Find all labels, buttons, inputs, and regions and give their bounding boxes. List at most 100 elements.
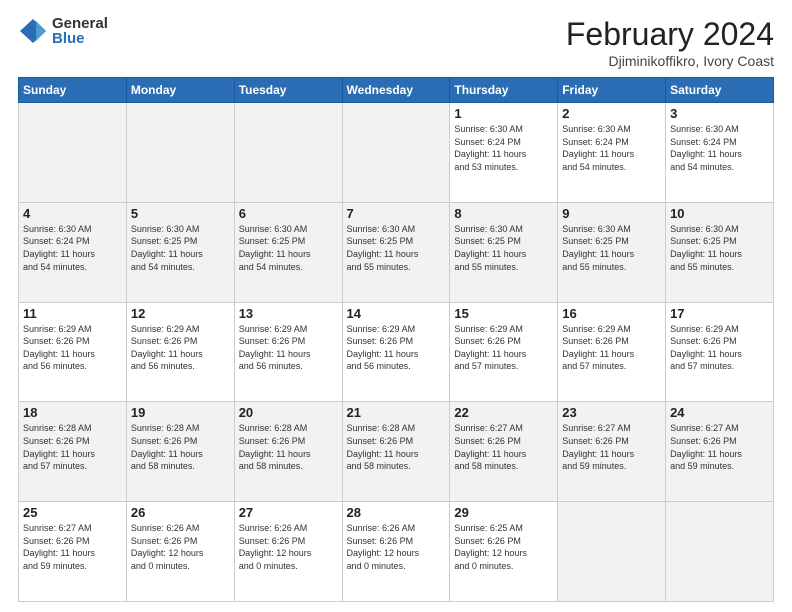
day-cell: 1Sunrise: 6:30 AM Sunset: 6:24 PM Daylig… bbox=[450, 103, 558, 203]
day-number: 8 bbox=[454, 206, 553, 221]
week-row-1: 1Sunrise: 6:30 AM Sunset: 6:24 PM Daylig… bbox=[19, 103, 774, 203]
day-info: Sunrise: 6:29 AM Sunset: 6:26 PM Dayligh… bbox=[347, 323, 446, 373]
day-number: 13 bbox=[239, 306, 338, 321]
day-info: Sunrise: 6:30 AM Sunset: 6:25 PM Dayligh… bbox=[562, 223, 661, 273]
day-number: 15 bbox=[454, 306, 553, 321]
day-number: 6 bbox=[239, 206, 338, 221]
day-info: Sunrise: 6:30 AM Sunset: 6:25 PM Dayligh… bbox=[347, 223, 446, 273]
day-cell: 26 Sunrise: 6:26 AM Sunset: 6:26 PM Dayli… bbox=[126, 502, 234, 602]
day-header-saturday: Saturday bbox=[666, 78, 774, 103]
day-number: 3 bbox=[670, 106, 769, 121]
day-cell bbox=[666, 502, 774, 602]
logo-general: General bbox=[52, 16, 108, 31]
day-cell: 16Sunrise: 6:29 AM Sunset: 6:26 PM Dayli… bbox=[558, 302, 666, 402]
day-cell bbox=[19, 103, 127, 203]
logo-icon bbox=[18, 17, 48, 45]
day-cell bbox=[558, 502, 666, 602]
day-info: Sunrise: 6:29 AM Sunset: 6:26 PM Dayligh… bbox=[131, 323, 230, 373]
logo-blue: Blue bbox=[52, 31, 108, 46]
day-cell: 18 Sunrise: 6:28 AM Sunset: 6:26 PM Dayli… bbox=[19, 402, 127, 502]
day-cell: 10 Sunrise: 6:30 AM Sunset: 6:25 PM Dayli… bbox=[666, 202, 774, 302]
day-info: Sunrise: 6:27 AM Sunset: 6:26 PM Dayligh… bbox=[670, 422, 769, 472]
day-number: 5 bbox=[131, 206, 230, 221]
day-info: Sunrise: 6:30 AM Sunset: 6:25 PM Dayligh… bbox=[670, 223, 769, 273]
day-info: Sunrise: 6:30 AM Sunset: 6:24 PM Dayligh… bbox=[454, 123, 553, 173]
day-info: Sunrise: 6:30 AM Sunset: 6:24 PM Dayligh… bbox=[670, 123, 769, 173]
day-number: 4 bbox=[23, 206, 122, 221]
day-cell: 3 Sunrise: 6:30 AM Sunset: 6:24 PM Daylig… bbox=[666, 103, 774, 203]
day-header-wednesday: Wednesday bbox=[342, 78, 450, 103]
day-info: Sunrise: 6:28 AM Sunset: 6:26 PM Dayligh… bbox=[239, 422, 338, 472]
day-cell: 28 Sunrise: 6:26 AM Sunset: 6:26 PM Dayli… bbox=[342, 502, 450, 602]
day-info: Sunrise: 6:29 AM Sunset: 6:26 PM Dayligh… bbox=[670, 323, 769, 373]
day-info: Sunrise: 6:30 AM Sunset: 6:25 PM Dayligh… bbox=[454, 223, 553, 273]
day-cell: 23 Sunrise: 6:27 AM Sunset: 6:26 PM Dayli… bbox=[558, 402, 666, 502]
day-cell: 27Sunrise: 6:26 AM Sunset: 6:26 PM Dayli… bbox=[234, 502, 342, 602]
day-header-thursday: Thursday bbox=[450, 78, 558, 103]
day-cell: 29 Sunrise: 6:25 AM Sunset: 6:26 PM Dayli… bbox=[450, 502, 558, 602]
day-info: Sunrise: 6:28 AM Sunset: 6:26 PM Dayligh… bbox=[23, 422, 122, 472]
day-info: Sunrise: 6:26 AM Sunset: 6:26 PM Dayligh… bbox=[347, 522, 446, 572]
day-cell: 20 Sunrise: 6:28 AM Sunset: 6:26 PM Dayli… bbox=[234, 402, 342, 502]
day-cell: 22 Sunrise: 6:27 AM Sunset: 6:26 PM Dayli… bbox=[450, 402, 558, 502]
day-cell: 5 Sunrise: 6:30 AM Sunset: 6:25 PM Daylig… bbox=[126, 202, 234, 302]
day-number: 11 bbox=[23, 306, 122, 321]
day-cell: 8 Sunrise: 6:30 AM Sunset: 6:25 PM Daylig… bbox=[450, 202, 558, 302]
day-header-tuesday: Tuesday bbox=[234, 78, 342, 103]
day-cell bbox=[126, 103, 234, 203]
day-number: 25 bbox=[23, 505, 122, 520]
day-number: 7 bbox=[347, 206, 446, 221]
day-info: Sunrise: 6:29 AM Sunset: 6:26 PM Dayligh… bbox=[23, 323, 122, 373]
day-number: 17 bbox=[670, 306, 769, 321]
day-number: 20 bbox=[239, 405, 338, 420]
day-info: Sunrise: 6:27 AM Sunset: 6:26 PM Dayligh… bbox=[562, 422, 661, 472]
calendar-subtitle: Djiminikoffikro, Ivory Coast bbox=[566, 53, 774, 69]
day-number: 29 bbox=[454, 505, 553, 520]
day-info: Sunrise: 6:25 AM Sunset: 6:26 PM Dayligh… bbox=[454, 522, 553, 572]
day-cell bbox=[234, 103, 342, 203]
page: General Blue February 2024 Djiminikoffik… bbox=[0, 0, 792, 612]
day-info: Sunrise: 6:26 AM Sunset: 6:26 PM Dayligh… bbox=[239, 522, 338, 572]
day-cell: 21 Sunrise: 6:28 AM Sunset: 6:26 PM Dayli… bbox=[342, 402, 450, 502]
day-header-friday: Friday bbox=[558, 78, 666, 103]
day-number: 22 bbox=[454, 405, 553, 420]
day-number: 21 bbox=[347, 405, 446, 420]
day-number: 28 bbox=[347, 505, 446, 520]
day-cell: 24Sunrise: 6:27 AM Sunset: 6:26 PM Dayli… bbox=[666, 402, 774, 502]
day-info: Sunrise: 6:27 AM Sunset: 6:26 PM Dayligh… bbox=[23, 522, 122, 572]
logo-text: General Blue bbox=[52, 16, 108, 46]
day-cell: 11 Sunrise: 6:29 AM Sunset: 6:26 PM Dayli… bbox=[19, 302, 127, 402]
day-number: 18 bbox=[23, 405, 122, 420]
day-cell bbox=[342, 103, 450, 203]
day-number: 14 bbox=[347, 306, 446, 321]
day-number: 23 bbox=[562, 405, 661, 420]
day-info: Sunrise: 6:28 AM Sunset: 6:26 PM Dayligh… bbox=[347, 422, 446, 472]
day-info: Sunrise: 6:27 AM Sunset: 6:26 PM Dayligh… bbox=[454, 422, 553, 472]
day-number: 19 bbox=[131, 405, 230, 420]
title-block: February 2024 Djiminikoffikro, Ivory Coa… bbox=[566, 16, 774, 69]
day-info: Sunrise: 6:30 AM Sunset: 6:25 PM Dayligh… bbox=[131, 223, 230, 273]
day-cell: 6Sunrise: 6:30 AM Sunset: 6:25 PM Daylig… bbox=[234, 202, 342, 302]
day-info: Sunrise: 6:29 AM Sunset: 6:26 PM Dayligh… bbox=[454, 323, 553, 373]
day-number: 10 bbox=[670, 206, 769, 221]
day-cell: 2 Sunrise: 6:30 AM Sunset: 6:24 PM Daylig… bbox=[558, 103, 666, 203]
day-info: Sunrise: 6:30 AM Sunset: 6:24 PM Dayligh… bbox=[562, 123, 661, 173]
day-header-sunday: Sunday bbox=[19, 78, 127, 103]
day-number: 26 bbox=[131, 505, 230, 520]
day-info: Sunrise: 6:29 AM Sunset: 6:26 PM Dayligh… bbox=[239, 323, 338, 373]
day-number: 2 bbox=[562, 106, 661, 121]
day-cell: 14 Sunrise: 6:29 AM Sunset: 6:26 PM Dayli… bbox=[342, 302, 450, 402]
day-number: 12 bbox=[131, 306, 230, 321]
day-cell: 9 Sunrise: 6:30 AM Sunset: 6:25 PM Daylig… bbox=[558, 202, 666, 302]
day-number: 9 bbox=[562, 206, 661, 221]
day-cell: 17 Sunrise: 6:29 AM Sunset: 6:26 PM Dayli… bbox=[666, 302, 774, 402]
day-cell: 7 Sunrise: 6:30 AM Sunset: 6:25 PM Daylig… bbox=[342, 202, 450, 302]
day-cell: 4 Sunrise: 6:30 AM Sunset: 6:24 PM Daylig… bbox=[19, 202, 127, 302]
day-info: Sunrise: 6:28 AM Sunset: 6:26 PM Dayligh… bbox=[131, 422, 230, 472]
calendar-table: SundayMondayTuesdayWednesdayThursdayFrid… bbox=[18, 77, 774, 602]
day-info: Sunrise: 6:30 AM Sunset: 6:24 PM Dayligh… bbox=[23, 223, 122, 273]
day-info: Sunrise: 6:26 AM Sunset: 6:26 PM Dayligh… bbox=[131, 522, 230, 572]
day-number: 16 bbox=[562, 306, 661, 321]
day-cell: 12 Sunrise: 6:29 AM Sunset: 6:26 PM Dayli… bbox=[126, 302, 234, 402]
header: General Blue February 2024 Djiminikoffik… bbox=[18, 16, 774, 69]
